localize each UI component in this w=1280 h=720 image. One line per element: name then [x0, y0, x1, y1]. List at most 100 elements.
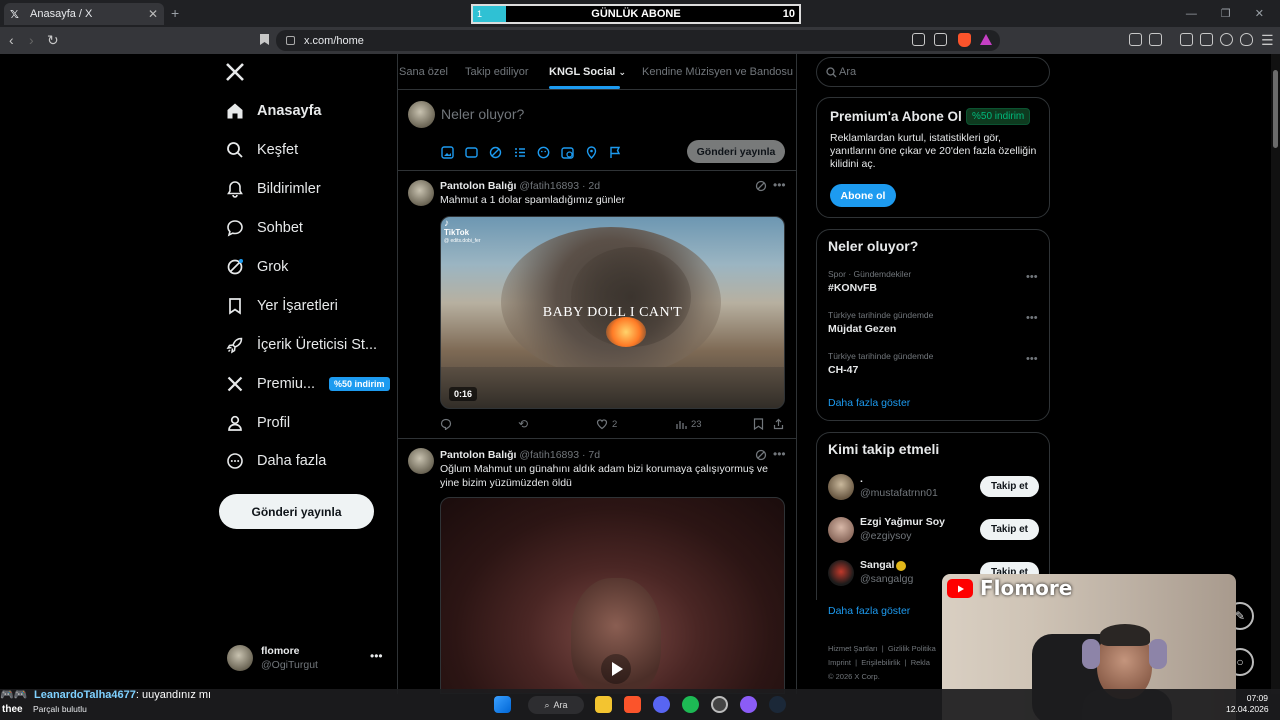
app-icon[interactable]: [740, 696, 757, 713]
obs-icon[interactable]: [711, 696, 728, 713]
views-action[interactable]: 23: [675, 417, 702, 431]
nav-bookmarks[interactable]: Yer İşaretleri: [226, 287, 338, 325]
nav-grok[interactable]: Grok: [226, 248, 288, 286]
minimize-icon[interactable]: —: [1186, 8, 1197, 20]
composer-post-button[interactable]: Gönderi yayınla: [687, 140, 785, 163]
grok-compose-icon[interactable]: [489, 146, 502, 159]
forward-icon[interactable]: ›: [29, 32, 34, 48]
trend-name[interactable]: CH-47: [828, 364, 858, 376]
post-video[interactable]: [440, 497, 785, 694]
discord-icon[interactable]: [653, 696, 670, 713]
suggested-name[interactable]: Ezgi Yağmur Soy: [860, 516, 945, 528]
footer-imprint[interactable]: Imprint: [828, 658, 851, 667]
suggested-name[interactable]: .: [860, 473, 863, 485]
leo-ai-icon[interactable]: [1220, 33, 1233, 46]
x-logo-icon[interactable]: [225, 62, 247, 84]
nav-profile[interactable]: Profil: [226, 404, 290, 442]
nav-home[interactable]: Anasayfa: [226, 92, 321, 130]
steam-icon[interactable]: [769, 696, 786, 713]
footer-privacy[interactable]: Gizlilik Politika: [888, 644, 936, 653]
nav-premium[interactable]: Premiu... %50 indirim: [226, 365, 390, 403]
account-switcher[interactable]: flomore @OgiTurgut •••: [227, 644, 387, 674]
nav-creator-studio[interactable]: İçerik Üreticisi St...: [226, 326, 377, 364]
poll-icon[interactable]: [513, 146, 526, 159]
bookmark-action[interactable]: [753, 417, 764, 431]
suggested-name[interactable]: Sangal: [860, 559, 894, 571]
back-icon[interactable]: ‹: [9, 32, 14, 48]
post-author-name[interactable]: Pantolon Balığı: [440, 180, 516, 192]
flag-icon[interactable]: [609, 146, 622, 159]
nav-more[interactable]: Daha fazla: [226, 442, 326, 480]
reply-action[interactable]: [440, 417, 452, 431]
post-avatar[interactable]: [408, 180, 434, 206]
suggested-avatar[interactable]: [828, 474, 854, 500]
bookmark-page-icon[interactable]: [259, 33, 270, 46]
tab-kngl-social[interactable]: KNGL Social ⌄: [549, 66, 626, 78]
suggested-avatar[interactable]: [828, 560, 854, 586]
post-avatar[interactable]: [408, 448, 434, 474]
sidebar-icon[interactable]: [1180, 33, 1193, 46]
nav-explore[interactable]: Keşfet: [226, 131, 298, 169]
post-handle[interactable]: @fatih16893 · 2d: [519, 180, 600, 192]
weather-widget[interactable]: Parçalı bulutlu: [33, 704, 87, 714]
trend-name[interactable]: #KONvFB: [828, 282, 877, 294]
cast-icon[interactable]: [912, 33, 925, 46]
vpn-icon[interactable]: [1149, 33, 1162, 46]
site-info-icon[interactable]: [286, 36, 295, 45]
post-handle[interactable]: @fatih16893 · 7d: [519, 449, 600, 461]
follow-button[interactable]: Takip et: [980, 519, 1039, 540]
maximize-icon[interactable]: ❐: [1221, 7, 1231, 20]
suggested-avatar[interactable]: [828, 517, 854, 543]
brave-browser-icon[interactable]: [624, 696, 641, 713]
location-icon[interactable]: [585, 146, 598, 159]
like-action[interactable]: 2: [596, 417, 617, 431]
account-more-icon[interactable]: •••: [370, 649, 383, 663]
subscribe-button[interactable]: Abone ol: [830, 184, 896, 207]
trends-show-more[interactable]: Daha fazla göster: [828, 397, 910, 409]
tab-close-icon[interactable]: ✕: [148, 7, 158, 21]
new-tab-icon[interactable]: +: [171, 5, 179, 21]
window-close-icon[interactable]: ✕: [1255, 7, 1264, 20]
brave-shield-icon[interactable]: [958, 33, 971, 47]
wallet-icon[interactable]: [1200, 33, 1213, 46]
schedule-icon[interactable]: [561, 146, 574, 159]
grok-post-icon[interactable]: [755, 449, 767, 461]
tab-musicians[interactable]: Kendine Müzisyen ve Bandosu: [642, 66, 793, 78]
post-author-name[interactable]: Pantolon Balığı: [440, 449, 516, 461]
url-bar[interactable]: x.com/home: [276, 30, 1000, 51]
extensions-icon[interactable]: [1129, 33, 1142, 46]
gif-icon[interactable]: [465, 146, 478, 159]
footer-accessibility[interactable]: Erişilebilirlik: [861, 658, 900, 667]
trend-more-icon[interactable]: •••: [1026, 353, 1038, 365]
media-icon[interactable]: [441, 146, 454, 159]
tab-following[interactable]: Takip ediliyor: [465, 66, 529, 78]
reload-icon[interactable]: ↻: [47, 32, 59, 49]
composer-input[interactable]: Neler oluyor?: [441, 106, 524, 122]
tab-for-you[interactable]: Sana özel: [399, 66, 448, 78]
menu-icon[interactable]: ☰: [1261, 32, 1274, 49]
taskbar-search[interactable]: ⌕ Ara: [528, 696, 584, 714]
post-button[interactable]: Gönderi yayınla: [219, 494, 374, 529]
taskbar-clock[interactable]: 07:09 12.04.2026: [1226, 693, 1269, 715]
follow-button[interactable]: Takip et: [980, 476, 1039, 497]
security-icon[interactable]: [1240, 33, 1253, 46]
who-to-follow-show-more[interactable]: Daha fazla göster: [828, 605, 910, 617]
share-icon[interactable]: [934, 33, 947, 46]
start-icon[interactable]: [494, 696, 511, 713]
nav-notifications[interactable]: Bildirimler: [226, 170, 321, 208]
scrollbar-track[interactable]: [1271, 54, 1280, 694]
post-more-icon[interactable]: •••: [773, 178, 786, 192]
grok-post-icon[interactable]: [755, 180, 767, 192]
repost-action[interactable]: ⟲: [518, 417, 528, 431]
emoji-icon[interactable]: [537, 146, 550, 159]
browser-tab[interactable]: 𝕏 Anasayfa / X ✕: [4, 3, 164, 25]
spotify-icon[interactable]: [682, 696, 699, 713]
nav-chat[interactable]: Sohbet: [226, 209, 303, 247]
scrollbar-thumb[interactable]: [1273, 70, 1278, 148]
search-box[interactable]: Ara: [816, 57, 1050, 87]
footer-ads[interactable]: Rekla: [911, 658, 930, 667]
footer-terms[interactable]: Hizmet Şartları: [828, 644, 878, 653]
trend-more-icon[interactable]: •••: [1026, 271, 1038, 283]
post-video[interactable]: ♪ TikTok @ edits.dobi_fer BABY DOLL I CA…: [440, 216, 785, 409]
trend-name[interactable]: Müjdat Gezen: [828, 323, 896, 335]
